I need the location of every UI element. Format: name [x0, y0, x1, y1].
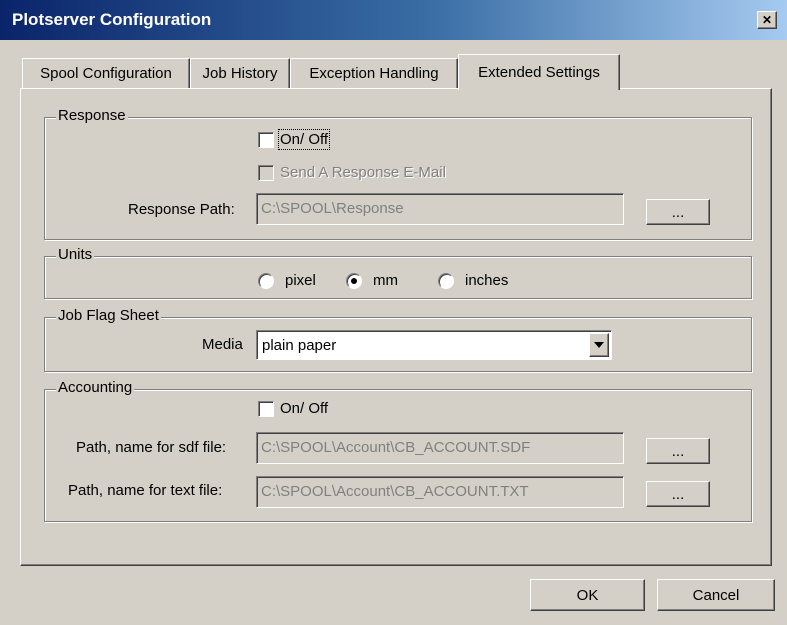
media-dropdown-button[interactable] [589, 333, 609, 357]
response-onoff-checkbox[interactable] [258, 132, 274, 148]
units-radio-inches[interactable] [438, 273, 454, 289]
units-group-label: Units [56, 246, 95, 263]
job-flag-sheet-group-label: Job Flag Sheet [56, 307, 161, 324]
response-path-input[interactable]: C:\SPOOL\Response [256, 193, 624, 225]
response-onoff-label[interactable]: On/ Off [277, 129, 331, 150]
ok-label: OK [576, 586, 599, 604]
sdf-browse-button[interactable]: ... [646, 438, 710, 464]
cancel-button[interactable]: Cancel [657, 579, 775, 611]
send-email-label: Send A Response E-Mail [280, 164, 446, 181]
title-bar: Plotserver Configuration ✕ [0, 0, 787, 40]
tab-label: Exception Handling [309, 65, 439, 82]
media-select[interactable]: plain paper [256, 330, 612, 360]
units-label-mm: mm [373, 272, 398, 289]
accounting-group-label: Accounting [56, 379, 135, 396]
txt-browse-button[interactable]: ... [646, 481, 710, 507]
media-selected-value: plain paper [262, 337, 337, 354]
sdf-path-label: Path, name for sdf file: [76, 439, 227, 456]
response-path-label: Response Path: [128, 201, 235, 218]
units-label-inches: inches [465, 272, 509, 289]
units-radio-mm[interactable] [346, 273, 362, 289]
txt-path-input[interactable]: C:\SPOOL\Account\CB_ACCOUNT.TXT [256, 476, 624, 508]
units-radio-pixel[interactable] [258, 273, 274, 289]
chevron-down-icon [594, 342, 604, 348]
close-button[interactable]: ✕ [757, 11, 777, 29]
units-label-pixel: pixel [285, 272, 316, 289]
tab-label: Job History [202, 65, 278, 82]
tab-label: Extended Settings [478, 64, 600, 81]
tab-label: Spool Configuration [40, 65, 172, 82]
radio-selected-dot [351, 278, 357, 284]
close-icon: ✕ [761, 13, 773, 27]
browse-label: ... [671, 485, 685, 503]
media-label: Media [202, 336, 243, 353]
tab-spool-configuration[interactable]: Spool Configuration [22, 58, 190, 88]
txt-path-label: Path, name for text file: [68, 482, 223, 499]
tab-extended-settings[interactable]: Extended Settings [458, 54, 620, 90]
sdf-path-input[interactable]: C:\SPOOL\Account\CB_ACCOUNT.SDF [256, 432, 624, 464]
accounting-onoff-label: On/ Off [280, 400, 329, 417]
ok-button[interactable]: OK [530, 579, 645, 611]
response-path-browse-button[interactable]: ... [646, 199, 710, 225]
tab-job-history[interactable]: Job History [190, 58, 290, 88]
send-email-checkbox[interactable] [258, 165, 274, 181]
tab-exception-handling[interactable]: Exception Handling [290, 58, 458, 88]
accounting-onoff-checkbox[interactable] [258, 401, 274, 417]
window-title: Plotserver Configuration [12, 10, 212, 29]
cancel-label: Cancel [692, 586, 740, 604]
response-group-label: Response [56, 107, 128, 124]
browse-label: ... [671, 442, 685, 460]
browse-label: ... [671, 203, 685, 221]
